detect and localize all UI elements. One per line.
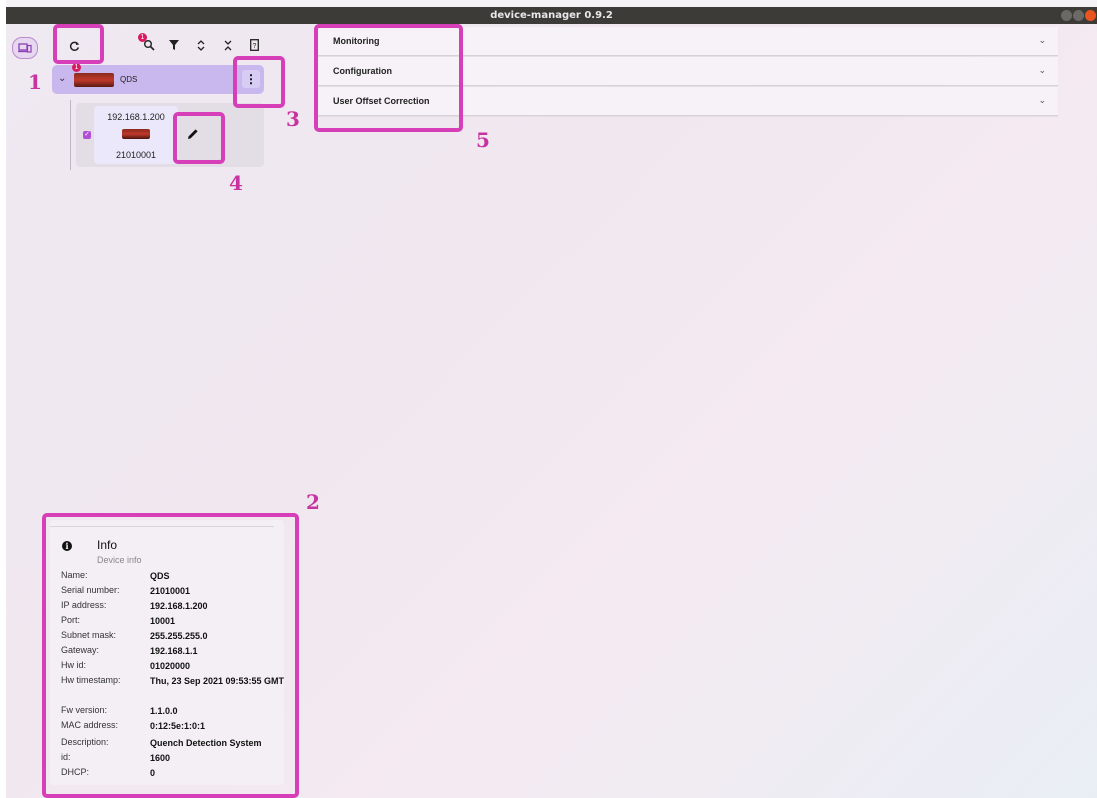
device-checkbox[interactable]: ✓ [83, 131, 91, 139]
annotation-number-1: 1 [28, 70, 42, 94]
child-device-image [122, 129, 150, 139]
top-strip [6, 0, 1097, 7]
search-button[interactable]: 1 [138, 33, 158, 54]
highlight-box-2 [42, 513, 299, 798]
search-badge: 1 [138, 33, 147, 42]
child-device-ip: 192.168.1.200 [107, 112, 165, 122]
highlight-box-5 [314, 24, 463, 132]
minimize-button[interactable] [1061, 10, 1072, 21]
help-icon: ? [249, 39, 259, 51]
device-image [74, 73, 114, 87]
maximize-button[interactable] [1073, 10, 1084, 21]
tree-connector [70, 100, 71, 170]
expand-chevron-icon[interactable]: ⌄ [58, 73, 66, 84]
annotation-number-5: 5 [476, 128, 490, 152]
device-notification-badge: 1 [72, 63, 81, 72]
title-bar: device-manager 0.9.2 [6, 7, 1097, 24]
help-button[interactable]: ? [247, 37, 261, 53]
chevron-down-icon: ⌄ [1038, 65, 1046, 75]
annotation-number-4: 4 [229, 171, 243, 195]
annotation-number-3: 3 [286, 107, 300, 131]
highlight-box-1 [53, 24, 104, 64]
devices-rail-button[interactable] [12, 37, 38, 59]
device-name: QDS [120, 75, 138, 84]
collapse-all-icon [224, 40, 232, 50]
child-device-serial: 21010001 [115, 150, 157, 160]
svg-text:?: ? [252, 43, 256, 50]
highlight-box-4 [173, 112, 225, 164]
devices-icon [18, 43, 32, 53]
expand-all-button[interactable] [194, 38, 208, 52]
annotation-number-2: 2 [306, 490, 320, 514]
collapse-all-button[interactable] [221, 38, 235, 52]
filter-icon [169, 40, 179, 50]
chevron-down-icon: ⌄ [1038, 35, 1046, 45]
chevron-down-icon: ⌄ [1038, 95, 1046, 105]
highlight-box-3 [233, 56, 285, 108]
window-title: device-manager 0.9.2 [490, 10, 613, 21]
expand-all-icon [197, 39, 205, 51]
close-button[interactable] [1085, 10, 1096, 21]
filter-button[interactable] [167, 38, 181, 52]
